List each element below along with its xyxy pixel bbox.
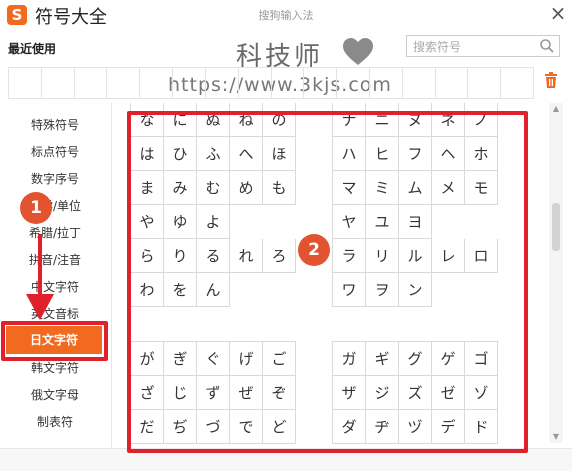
recent-slot[interactable] <box>337 68 370 98</box>
search-box[interactable] <box>406 35 560 57</box>
sidebar-item-russian[interactable]: 俄文字母 <box>0 382 110 408</box>
recent-slot[interactable] <box>468 68 502 98</box>
scroll-up-icon[interactable]: ▲ <box>549 103 563 115</box>
scroll-down-icon[interactable]: ▼ <box>549 431 563 443</box>
heart-icon <box>343 38 373 65</box>
recent-slot[interactable] <box>403 68 436 98</box>
recent-used-label: 最近使用 <box>8 42 57 56</box>
recent-slot[interactable] <box>75 68 108 98</box>
recent-slot[interactable] <box>42 68 75 98</box>
trash-icon[interactable] <box>544 72 558 88</box>
annotation-down-arrow <box>26 234 54 320</box>
recent-slot[interactable] <box>173 68 206 98</box>
scroll-thumb[interactable] <box>552 203 560 251</box>
recent-slot[interactable] <box>107 68 141 98</box>
search-input[interactable] <box>407 37 541 57</box>
annotation-sidebar-highlight <box>1 321 108 361</box>
annotation-step-1: 1 <box>20 192 52 224</box>
scrollbar[interactable]: ▲ ▼ <box>549 103 563 443</box>
sidebar-item-punctuation[interactable]: 标点符号 <box>0 139 110 165</box>
recent-slot[interactable] <box>206 68 239 98</box>
search-icon[interactable] <box>539 38 555 54</box>
recent-slot[interactable] <box>501 68 533 98</box>
sidebar-item-special-symbols[interactable]: 特殊符号 <box>0 112 110 138</box>
recent-slot[interactable] <box>239 68 272 98</box>
recent-slot[interactable] <box>272 68 305 98</box>
recent-slot[interactable] <box>304 68 338 98</box>
close-icon[interactable]: × <box>548 2 568 24</box>
sidebar-item-math-units[interactable]: 数学/单位 <box>0 193 110 219</box>
title-bar: S 符号大全 搜狗输入法 × <box>0 0 572 30</box>
recent-slot[interactable] <box>140 68 174 98</box>
recent-slot[interactable] <box>436 68 469 98</box>
window-caption: 搜狗输入法 <box>258 9 314 22</box>
recent-slot[interactable] <box>9 68 42 98</box>
recent-symbols-strip <box>8 67 534 99</box>
sidebar-item-box-drawing[interactable]: 制表符 <box>0 409 110 435</box>
sidebar-item-number-ordinals[interactable]: 数字序号 <box>0 166 110 192</box>
recent-slot[interactable] <box>370 68 403 98</box>
annotation-highlight-box <box>127 111 528 453</box>
annotation-step-2: 2 <box>298 234 330 266</box>
